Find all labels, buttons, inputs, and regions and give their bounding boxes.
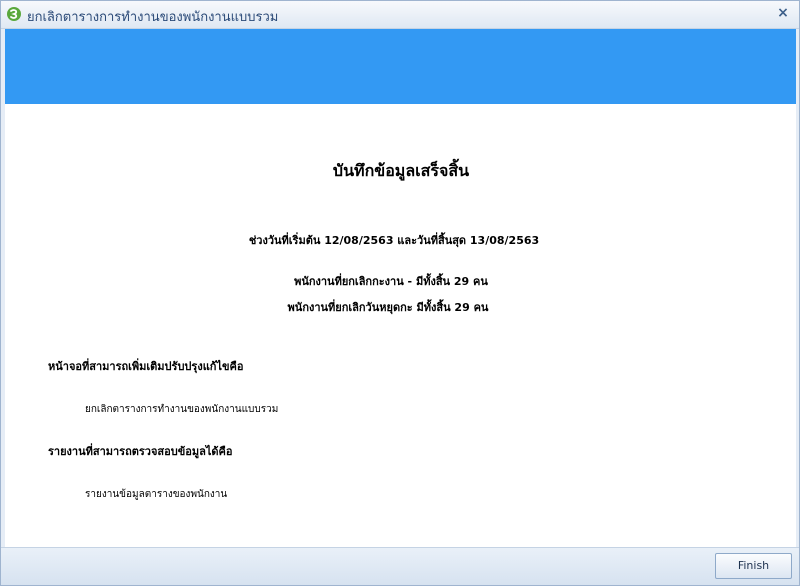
footer-bar: Finish: [1, 547, 799, 585]
report-item: รายงานข้อมูลตารางของพนักงาน: [85, 489, 228, 500]
page-title: บันทึกข้อมูลเสร็จสิ้น: [332, 161, 470, 180]
editable-screens-label: หน้าจอที่สามารถเพิ่มเติมปรับปรุงแก้ไขคือ: [48, 360, 244, 373]
finish-button[interactable]: Finish: [715, 553, 792, 579]
date-range-text: ช่วงวันที่เริ่มต้น 12/08/2563 และวันที่ส…: [248, 234, 540, 247]
editable-screen-item: ยกเลิกตารางการทำงานของพนักงานแบบรวม: [85, 404, 279, 415]
cancel-holiday-count-text: พนักงานที่ยกเลิกวันหยุดกะ มีทั้งสิ้น 29 …: [287, 301, 489, 314]
right-frame: [796, 29, 799, 547]
title-bar[interactable]: ยกเลิกตารางการทำงานของพนักงานแบบรวม ×: [1, 1, 799, 29]
header-banner: [5, 29, 796, 104]
reports-label: รายงานที่สามารถตรวจสอบข้อมูลได้คือ: [48, 445, 233, 458]
close-icon[interactable]: ×: [775, 5, 791, 21]
app-logo-icon: [7, 7, 21, 21]
dialog-window: ยกเลิกตารางการทำงานของพนักงานแบบรวม × บั…: [0, 0, 800, 586]
window-title: ยกเลิกตารางการทำงานของพนักงานแบบรวม: [27, 10, 279, 25]
cancel-work-count-text: พนักงานที่ยกเลิกกะงาน - มีทั้งสิ้น 29 คน: [294, 275, 488, 288]
